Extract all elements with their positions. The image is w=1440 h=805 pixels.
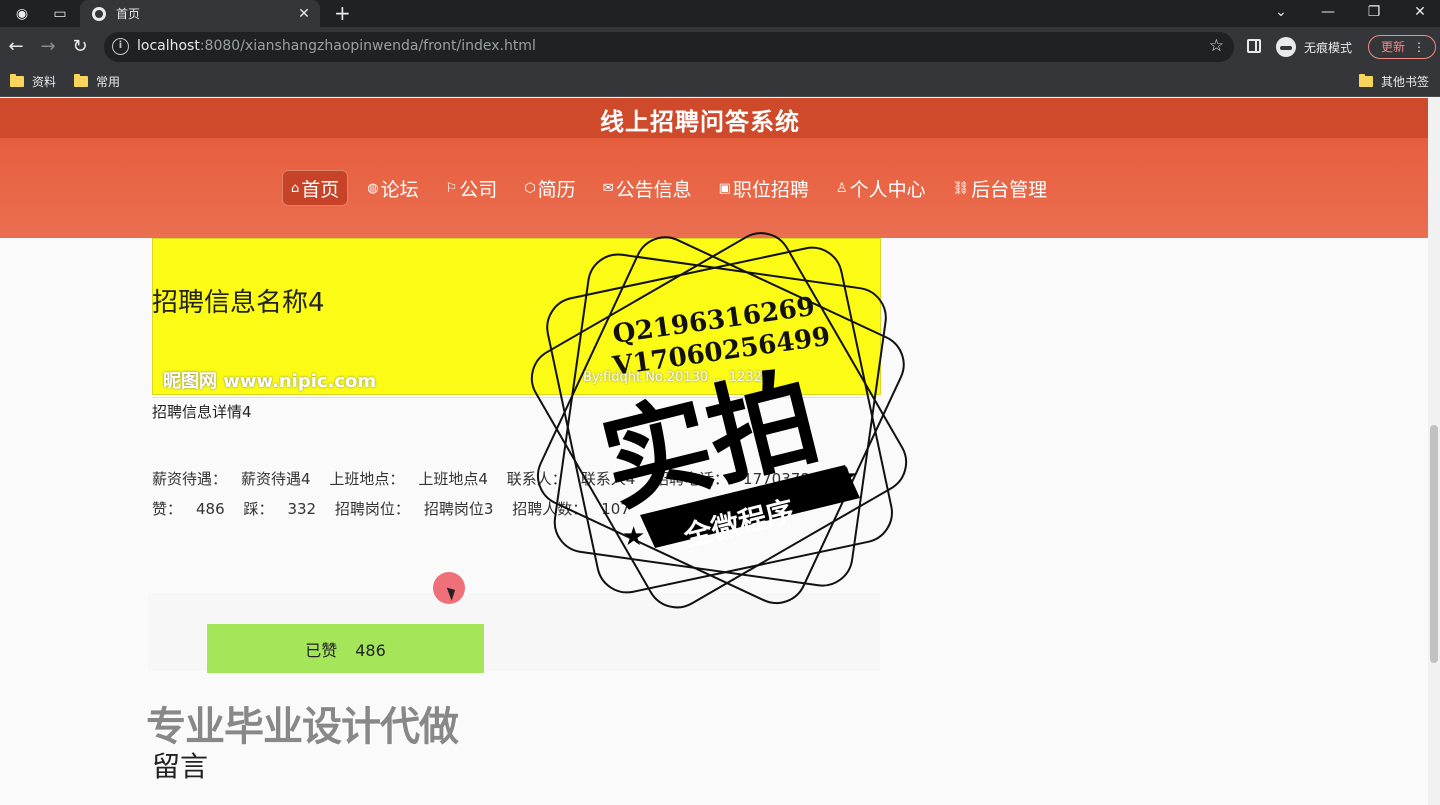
nav-item-3[interactable]: ⬡ 简历 <box>516 170 583 206</box>
incognito-label: 无痕模式 <box>1304 40 1353 55</box>
bookmark-label: 资料 <box>32 75 57 89</box>
back-button[interactable]: ← <box>4 35 28 59</box>
job-detail-text: 招聘信息详情4 <box>152 403 252 421</box>
salary-value: 薪资待遇4 <box>241 470 311 488</box>
site-header: 线上招聘问答系统 ⌂ 首页 ◍ 论坛 ⚐ 公司 ⬡ 简历 ✉ 公告信息 ▣ 职位招聘 ♙ 个人中心 ⛓ 后台管… <box>0 98 1428 238</box>
salary-label: 薪资待遇： <box>152 470 228 488</box>
site-title: 线上招聘问答系统 <box>600 108 800 136</box>
browser-toolbar: ← → ↻ i localhost:8080/xianshangzhaopinw… <box>0 27 1440 67</box>
dislikes-label: 踩： <box>243 500 274 518</box>
address-bar[interactable]: i localhost:8080/xianshangzhaopinwenda/f… <box>104 32 1234 62</box>
gift-icon: ▣ <box>718 180 731 196</box>
incognito-indicator[interactable]: 无痕模式 <box>1276 35 1352 59</box>
nav-item-5[interactable]: ▣ 职位招聘 <box>711 170 817 206</box>
nav-item-label: 论坛 <box>380 178 419 201</box>
chevron-down-icon[interactable]: ⌄ <box>1258 2 1304 22</box>
nav-item-0[interactable]: ⌂ 首页 <box>282 170 349 206</box>
main-nav: ⌂ 首页 ◍ 论坛 ⚐ 公司 ⬡ 简历 ✉ 公告信息 ▣ 职位招聘 ♙ 个人中心 ⛓ 后台管理 <box>282 170 1066 206</box>
incognito-icon <box>1276 37 1296 57</box>
forward-button[interactable]: → <box>36 35 60 59</box>
liked-label: 已赞 <box>305 640 338 660</box>
nav-item-6[interactable]: ♙ 个人中心 <box>828 170 934 206</box>
job-title: 招聘信息名称4 <box>152 288 325 318</box>
side-panel-icon[interactable] <box>1247 39 1261 53</box>
location-label: 上班地点： <box>329 470 405 488</box>
minimize-button[interactable]: — <box>1305 2 1351 22</box>
liked-button[interactable]: 已赞 486 <box>207 624 484 673</box>
likes-label: 赞： <box>152 500 183 518</box>
page-scrollbar[interactable] <box>1428 98 1440 805</box>
bookmark-label: 常用 <box>96 75 121 89</box>
restore-button[interactable]: ❐ <box>1351 2 1397 22</box>
nav-item-label: 个人中心 <box>849 178 926 201</box>
nav-item-label: 公司 <box>459 178 498 201</box>
message-section-title: 留言 <box>152 750 209 783</box>
image-watermark-left: 昵图网 www.nipic.com <box>163 371 377 392</box>
nav-item-7[interactable]: ⛓ 后台管理 <box>945 170 1056 206</box>
nav-item-label: 首页 <box>301 178 340 201</box>
mail-icon: ✉ <box>602 180 614 196</box>
site-info-icon[interactable]: i <box>112 38 129 55</box>
cube-icon: ⬡ <box>524 180 536 196</box>
folder-icon <box>10 74 24 87</box>
url-text[interactable]: localhost:8080/xianshangzhaopinwenda/fro… <box>137 38 536 54</box>
position-value: 招聘岗位3 <box>423 500 494 518</box>
globe-icon[interactable]: ◉ <box>12 4 32 24</box>
flag-icon: ⚐ <box>445 180 458 196</box>
scrollbar-thumb[interactable] <box>1430 425 1438 663</box>
bookmark-star-icon[interactable]: ☆ <box>1209 36 1224 56</box>
close-tab-icon[interactable]: ✕ <box>294 6 314 22</box>
bookmark-folder-ziliao[interactable]: 资料 <box>10 73 56 90</box>
close-window-button[interactable]: ✕ <box>1397 2 1440 22</box>
dislikes-value: 332 <box>287 500 317 518</box>
tab-title: 首页 <box>116 7 141 21</box>
other-bookmarks[interactable]: 其他书签 <box>1359 73 1429 90</box>
tab-favicon-icon <box>92 6 106 21</box>
liked-count: 486 <box>355 640 386 660</box>
new-tab-button[interactable]: + <box>334 2 351 24</box>
menu-dots-icon[interactable]: ⋮ <box>1413 36 1425 58</box>
reload-button[interactable]: ↻ <box>68 35 92 59</box>
nav-item-label: 简历 <box>537 178 576 201</box>
update-label: 更新 <box>1381 40 1406 54</box>
user-icon: ♙ <box>835 180 848 196</box>
bookmark-folder-changyong[interactable]: 常用 <box>74 73 120 90</box>
other-bookmarks-label: 其他书签 <box>1381 75 1430 89</box>
bookmarks-bar: 资料 常用 其他书签 <box>0 67 1440 97</box>
nav-item-2[interactable]: ⚐ 公司 <box>438 170 506 206</box>
star-icon: ★ <box>622 522 645 552</box>
location-value: 上班地点4 <box>418 470 488 488</box>
star-icon: ★ <box>835 462 858 492</box>
position-label: 招聘岗位： <box>334 500 410 518</box>
nav-item-1[interactable]: ◍ 论坛 <box>359 170 426 206</box>
link-icon: ⛓ <box>952 180 970 196</box>
globe-icon: ◍ <box>367 180 379 196</box>
nav-item-label: 职位招聘 <box>732 178 809 201</box>
nav-item-label: 后台管理 <box>971 178 1048 201</box>
folder-icon <box>74 74 88 87</box>
stamp-watermark: Q2196316269 V17060256499 实拍 全微程序 ★ ★ <box>530 232 908 609</box>
nav-item-label: 公告信息 <box>615 178 692 201</box>
home-icon: ⌂ <box>291 180 300 196</box>
likes-value: 486 <box>196 500 225 518</box>
nav-item-4[interactable]: ✉ 公告信息 <box>595 170 700 206</box>
update-button[interactable]: 更新 ⋮ <box>1368 35 1436 59</box>
tab-search-icon[interactable]: ▭ <box>50 4 70 24</box>
browser-tab[interactable]: 首页 ✕ <box>80 0 320 27</box>
browser-tabstrip: ◉ ▭ 首页 ✕ + ⌄ — ❐ ✕ <box>0 0 1440 27</box>
ad-watermark-text: 专业毕业设计代做 <box>146 704 459 750</box>
folder-icon <box>1359 74 1373 87</box>
